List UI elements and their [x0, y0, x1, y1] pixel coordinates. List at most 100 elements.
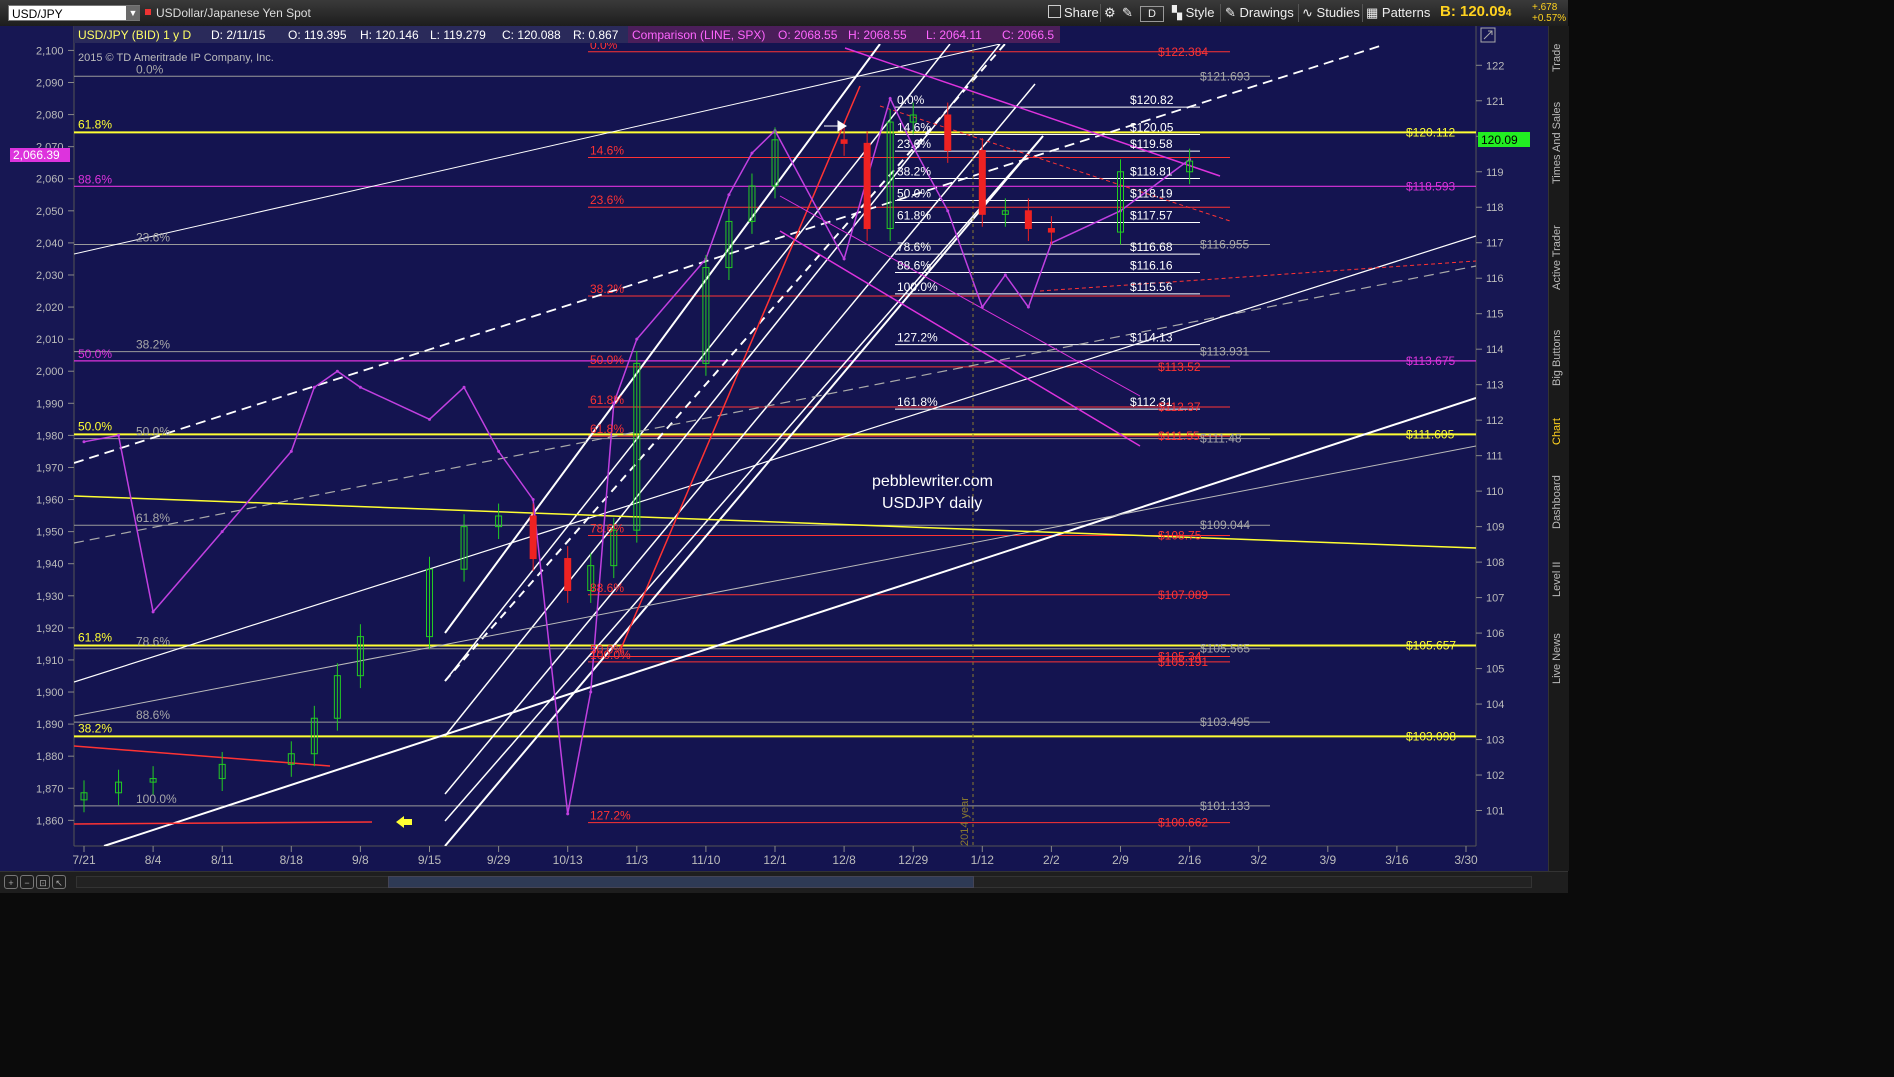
x-tick-label: 9/29	[487, 853, 511, 867]
side-tab-trade[interactable]: Trade	[1551, 36, 1567, 80]
spx-point	[335, 369, 339, 373]
fib-yellow-label: 50.0%	[78, 419, 112, 433]
fib-white-label: 61.8%	[897, 208, 931, 222]
spx-point	[946, 209, 950, 213]
fib-white-price: $118.81	[1130, 164, 1173, 178]
x-tick-label: 12/29	[898, 853, 928, 867]
price-current-value: 120.09	[1481, 133, 1518, 147]
x-tick-label: 2/9	[1112, 853, 1129, 867]
side-tab-active-trader[interactable]: Active Trader	[1551, 206, 1567, 310]
patterns-icon: ▦	[1366, 5, 1379, 20]
watermark-line1: pebblewriter.com	[872, 473, 993, 490]
fib-white-price: $120.05	[1130, 120, 1174, 134]
bid-price: B: 120.094	[1440, 3, 1511, 20]
x-tick-label: 1/12	[971, 853, 995, 867]
left-tick-label: 1,880	[36, 751, 64, 763]
x-tick-label: 3/30	[1454, 853, 1478, 867]
spx-point	[358, 385, 362, 389]
side-tab-level-ii[interactable]: Level II	[1551, 546, 1567, 612]
spx-point	[980, 305, 984, 309]
right-tick-label: 111	[1486, 451, 1503, 463]
x-tick-label: 2/2	[1043, 853, 1060, 867]
fib-gray-label: 78.6%	[136, 635, 170, 649]
x-tick-label: 2/16	[1178, 853, 1202, 867]
grid-settings-icon[interactable]: ⚙	[1104, 4, 1116, 22]
x-tick-label: 11/10	[691, 853, 720, 867]
left-tick-label: 1,870	[36, 783, 64, 795]
fib-gray-price: $116.955	[1200, 238, 1249, 252]
fib-gray-price: $105.565	[1200, 642, 1250, 656]
cursor-icon[interactable]: ↖	[52, 875, 66, 889]
right-tick-label: 108	[1486, 557, 1504, 569]
left-tick-label: 1,910	[36, 655, 64, 667]
fib-white-label: 38.2%	[897, 164, 931, 178]
wrench-icon[interactable]: ✎	[1122, 4, 1133, 22]
fib-white-price: $115.56	[1130, 280, 1173, 294]
right-tick-label: 106	[1486, 628, 1504, 640]
spx-point	[312, 385, 316, 389]
fib-yellow-price: $103.098	[1406, 729, 1456, 743]
left-tick-label: 1,930	[36, 591, 64, 603]
side-tab-dashboard[interactable]: Dashboard	[1551, 466, 1567, 538]
left-tick-label: 2,000	[36, 366, 64, 378]
fib-yellow-label: 38.2%	[78, 721, 112, 735]
patterns-button[interactable]: ▦ Patterns	[1366, 4, 1430, 22]
right-tick-label: 116	[1486, 273, 1504, 285]
side-panel: Trade Times And Sales Active Trader Big But…	[1548, 26, 1569, 871]
spx-point	[82, 440, 86, 444]
bottom-toolbar: + − ⊡ ↖	[0, 871, 1568, 893]
right-tick-label: 103	[1486, 735, 1504, 747]
x-tick-label: 3/2	[1250, 853, 1267, 867]
toolbar: USD/JPY ▼ USDollar/Japanese Yen Spot Sha…	[0, 0, 1568, 27]
d-button[interactable]: D	[1140, 6, 1164, 22]
style-button[interactable]: ▚ Style	[1172, 4, 1215, 22]
drawings-label: Drawings	[1239, 5, 1294, 20]
left-tick-label: 1,950	[36, 527, 64, 539]
fib-white-price: $117.57	[1130, 208, 1173, 222]
fib-red-label: 14.6%	[590, 144, 624, 158]
left-tick-label: 1,940	[36, 559, 64, 571]
scrollbar-thumb[interactable]	[388, 876, 974, 888]
right-tick-label: 118	[1486, 202, 1504, 214]
share-button[interactable]: Share	[1048, 4, 1099, 22]
fib-white-label: 100.0%	[897, 280, 938, 294]
spx-point	[151, 610, 155, 614]
fib-gray-label: 88.6%	[136, 708, 170, 722]
left-tick-label: 1,980	[36, 430, 64, 442]
zoom-in-icon[interactable]: +	[4, 875, 18, 889]
fib-gray-price: $101.133	[1200, 799, 1250, 813]
side-tab-big-buttons[interactable]: Big Buttons	[1551, 318, 1567, 398]
right-tick-label: 119	[1486, 167, 1504, 179]
fib-red-label: 127.2%	[590, 809, 631, 823]
chart-window: USD/JPY ▼ USDollar/Japanese Yen Spot Sha…	[0, 0, 1569, 893]
side-tab-chart[interactable]: Chart	[1551, 406, 1567, 458]
fib-white-price: $118.19	[1130, 186, 1173, 200]
watermark-line2: USDJPY daily	[882, 495, 982, 512]
price-chart[interactable]: 0.0% $121.693 23.6% $116.955 38.2% $113.931 50…	[0, 26, 1548, 871]
zoom-out-icon[interactable]: −	[20, 875, 34, 889]
fib-red-label: 50.0%	[590, 353, 624, 367]
change-points: +.678	[1532, 2, 1558, 13]
studies-button[interactable]: ∿ Studies	[1302, 4, 1360, 22]
pencil-icon: ✎	[1225, 5, 1236, 20]
right-tick-label: 121	[1486, 96, 1504, 108]
zoom-fit-icon[interactable]: ⊡	[36, 875, 50, 889]
candle-body	[944, 114, 952, 151]
symbol-input[interactable]: USD/JPY	[8, 5, 140, 21]
chart-background	[0, 26, 1548, 871]
fib-gray-price: $109.044	[1200, 518, 1250, 532]
drawings-button[interactable]: ✎ Drawings	[1225, 4, 1294, 22]
fib-gray-price: $113.931	[1200, 345, 1249, 359]
side-tab-times-and-sales[interactable]: Times And Sales	[1551, 88, 1567, 198]
fib-red-label: 61.8%	[590, 393, 624, 407]
right-tick-label: 107	[1486, 593, 1504, 605]
spx-point	[220, 530, 224, 534]
candle-body	[863, 142, 871, 230]
symbol-dropdown-icon[interactable]: ▼	[126, 6, 140, 20]
comparison-low: L: 2064.11	[926, 28, 982, 42]
left-tick-label: 1,890	[36, 719, 64, 731]
info-open: O: 119.395	[288, 28, 347, 42]
fib-magenta-price: $118.593	[1406, 179, 1455, 193]
side-tab-live-news[interactable]: Live News	[1551, 626, 1567, 692]
fib-red-price: $108.75	[1158, 528, 1202, 542]
